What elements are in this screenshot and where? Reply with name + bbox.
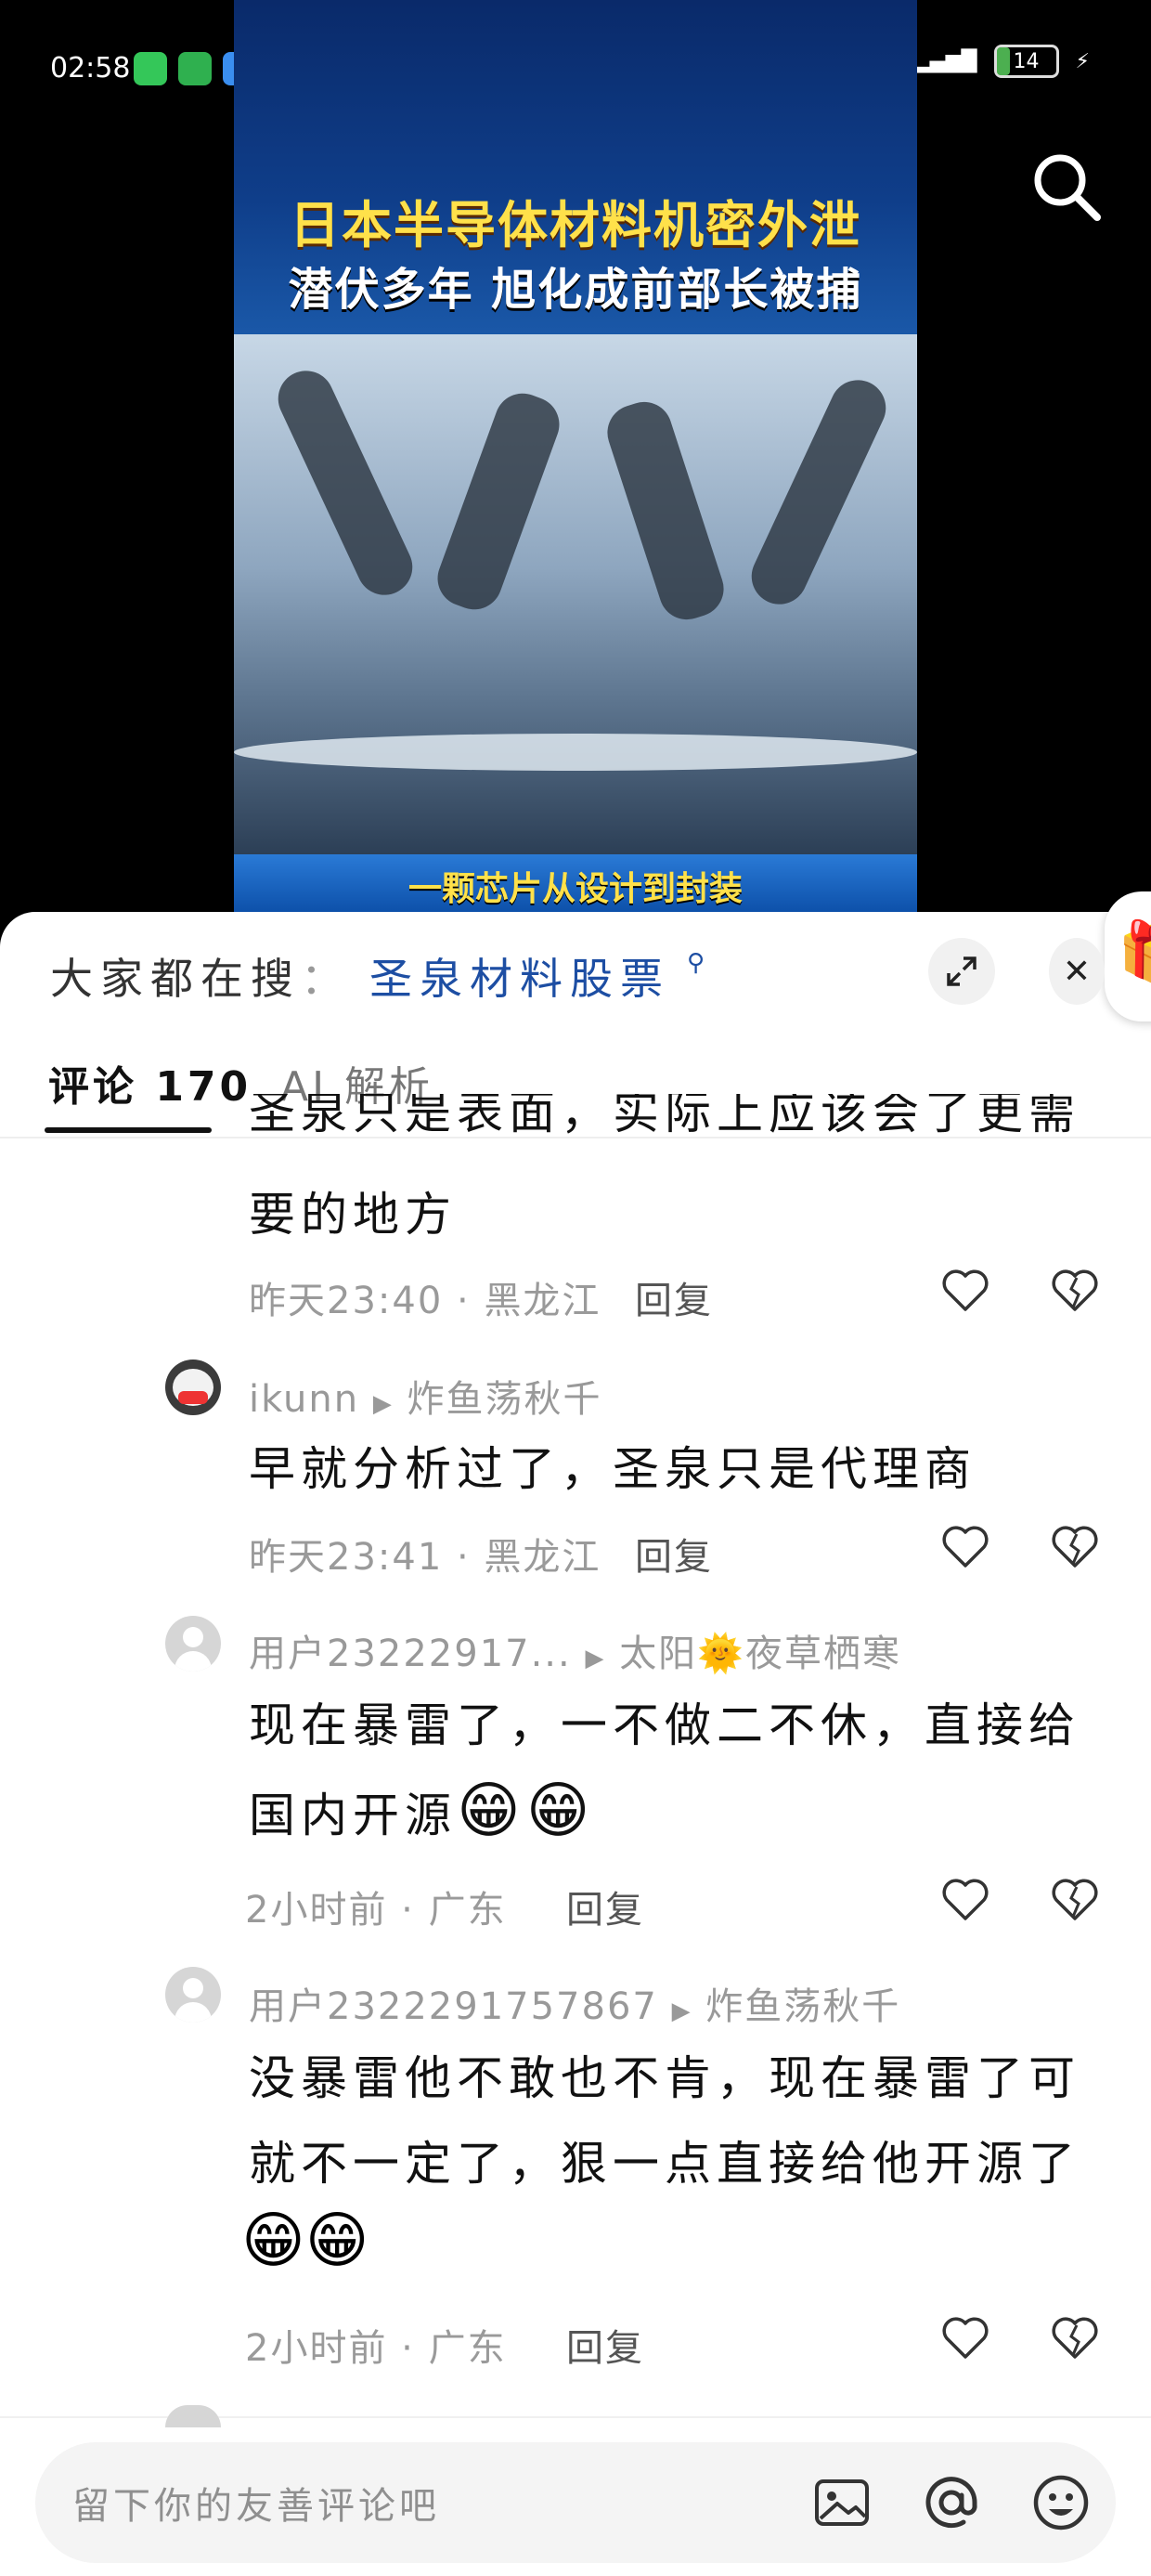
reply-arrow-icon: ▶ <box>372 1390 394 1418</box>
reply-button[interactable]: 回复 <box>566 1880 644 1933</box>
mention-icon[interactable] <box>919 2470 984 2535</box>
grin-emoji-icon: 😁😁 <box>241 2205 369 2276</box>
like-icon[interactable] <box>939 1521 991 1573</box>
dislike-icon[interactable] <box>1049 1521 1101 1573</box>
comment-user[interactable]: ikunn ▶ 炸鱼荡秋千 <box>249 1369 602 1423</box>
avatar[interactable] <box>165 1360 221 1415</box>
reply-button[interactable]: 回复 <box>566 2318 644 2372</box>
video-player[interactable]: 日本半导体材料机密外泄 潜伏多年 旭化成前部长被捕 一颗芯片从设计到封装 <box>234 0 917 915</box>
close-button[interactable]: ✕ <box>1049 938 1105 1005</box>
floating-reward-badge[interactable]: 🎁 <box>1105 891 1151 1021</box>
signal-icon-2: ▂▄▆█ <box>913 49 977 73</box>
close-icon: ✕ <box>1062 952 1092 991</box>
search-icon[interactable] <box>1028 149 1103 223</box>
hot-search-label: 大家都在搜： <box>50 954 351 1004</box>
comment-meta: 2小时前 · 广东 <box>245 2327 507 2370</box>
notification-app-icon <box>134 52 167 85</box>
grin-emoji-icon: 😁😁 <box>457 1775 596 1846</box>
comment-text: 现在暴雷了，一不做二不休，直接给 <box>249 1698 1080 1752</box>
comment-text: 国内开源😁😁 <box>249 1775 596 1846</box>
comment-user[interactable]: 用户23222917... ▶ 太阳🌞夜草栖寒 <box>249 1623 901 1677</box>
comment-text: 早就分析过了，圣泉只是代理商 <box>249 1442 976 1496</box>
upload-app-icon <box>178 52 212 85</box>
reply-arrow-icon: ▶ <box>585 1645 606 1672</box>
expand-button[interactable] <box>928 938 995 1005</box>
comment-input-placeholder: 留下你的友善评论吧 <box>72 2485 440 2528</box>
status-time: 02:58 <box>50 52 131 85</box>
comment-meta: 昨天23:40 · 黑龙江 <box>249 1280 601 1322</box>
reply-arrow-icon: ▶ <box>671 1997 692 2025</box>
avatar[interactable] <box>165 1616 221 1672</box>
hot-search-query[interactable]: 圣泉材料股票 <box>369 945 670 1007</box>
comment-user[interactable]: 用户2322291757867 ▶ 炸鱼荡秋千 <box>249 1976 900 2030</box>
comment-meta: 昨天23:41 · 黑龙江 <box>249 1536 601 1579</box>
tab-active-indicator <box>45 1127 212 1133</box>
sun-emoji-icon: 🌞 <box>697 1633 745 1675</box>
comment-text: 要的地方 <box>249 1188 457 1242</box>
image-icon[interactable] <box>809 2470 874 2535</box>
like-icon[interactable] <box>939 2312 991 2364</box>
battery-icon: 14 <box>993 45 1059 78</box>
avatar[interactable] <box>165 1967 221 2023</box>
charging-icon: ⚡ <box>1075 49 1090 73</box>
expand-icon <box>947 956 976 986</box>
comment-text: 就不一定了，狠一点直接给他开源了 <box>249 2137 1080 2191</box>
dislike-icon[interactable] <box>1049 1265 1101 1317</box>
comment-text-partial: 圣泉只是表面，实际上应该会了更需 <box>249 1094 1080 1139</box>
video-subtitle: 一颗芯片从设计到封装 <box>407 870 743 908</box>
video-title-line1: 日本半导体材料机密外泄 <box>290 196 861 254</box>
reply-button[interactable]: 回复 <box>635 1527 713 1581</box>
comment-text: 没暴雷他不敢也不肯，现在暴雷了可 <box>249 2051 1080 2105</box>
comment-meta: 2小时前 · 广东 <box>245 1889 507 1932</box>
like-icon[interactable] <box>939 1265 991 1317</box>
video-title-line2: 潜伏多年 旭化成前部长被捕 <box>288 264 863 316</box>
like-icon[interactable] <box>939 1874 991 1926</box>
reply-button[interactable]: 回复 <box>635 1270 713 1324</box>
dislike-icon[interactable] <box>1049 2312 1101 2364</box>
tab-comments[interactable]: 评论 170 <box>48 1053 252 1112</box>
search-small-icon: ⚲ <box>687 949 705 977</box>
dislike-icon[interactable] <box>1049 1874 1101 1926</box>
emoji-icon[interactable] <box>1028 2470 1093 2535</box>
battery-level: 14 <box>1013 49 1040 73</box>
